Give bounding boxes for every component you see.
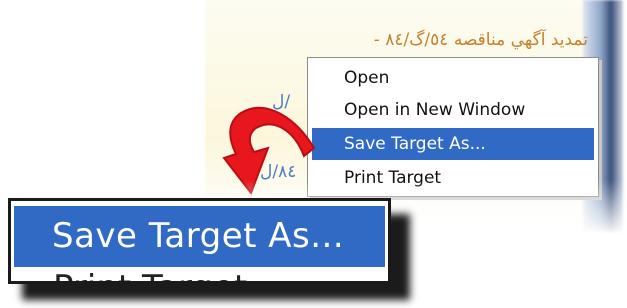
link-title[interactable]: تمديد آگهي مناقصه ٥٤/گ/٨٤ - [258, 28, 588, 52]
menu-item-open-new-window[interactable]: Open in New Window [312, 94, 594, 126]
menu-item-open[interactable]: Open [312, 62, 594, 94]
context-menu: Open Open in New Window Save Target As..… [307, 57, 599, 197]
zoom-save-target-as: Save Target As... [14, 206, 385, 267]
zoom-print-target: Print Target [53, 271, 247, 281]
menu-item-save-target-as[interactable]: Save Target As... [312, 128, 594, 160]
zoom-callout: Save Target As... Print Target [8, 198, 391, 284]
